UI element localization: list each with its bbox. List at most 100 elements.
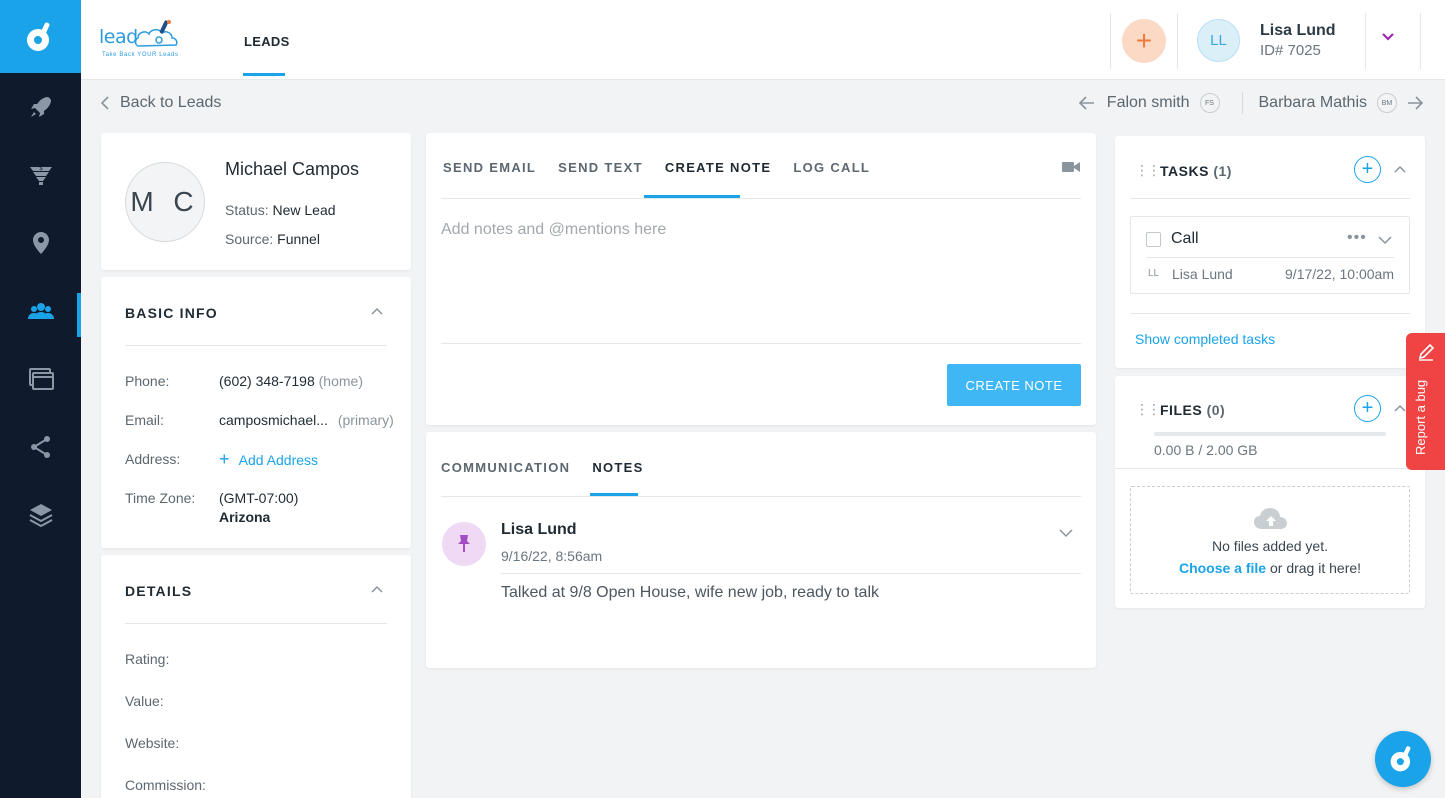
chevron-up-icon[interactable] [371,584,383,596]
next-lead-name[interactable]: Barbara Mathis [1259,94,1368,112]
timezone-value: (GMT-07:00) [219,490,299,506]
svg-text:$: $ [39,165,43,172]
task-item[interactable]: Call ••• LL Lisa Lund 9/17/22, 10:00am [1130,216,1410,294]
note-avatar [442,522,486,566]
task-name: Call [1171,230,1199,247]
divider [125,623,387,624]
choose-file-link[interactable]: Choose a file [1179,560,1266,576]
tab-send-text[interactable]: SEND TEXT [558,160,643,175]
chevron-down-icon[interactable] [1378,235,1392,245]
sidebar-item-layers[interactable] [0,481,81,549]
composer-tabs: SEND EMAIL SEND TEXT CREATE NOTE LOG CAL… [443,160,870,175]
basic-info-card: BASIC INFO Phone: (602) 348-7198 (home) … [101,277,411,548]
divider [1110,13,1111,69]
show-completed-tasks-link[interactable]: Show completed tasks [1135,331,1275,347]
brand-logo[interactable]: lead Take Back YOUR Leads [99,16,209,62]
activity-feed-card: COMMUNICATION NOTES Lisa Lund 9/16/22, 8… [426,432,1096,668]
lead-profile-card: M C Michael Campos Status: New Lead Sour… [101,133,411,270]
user-id: ID# 7025 [1260,42,1321,59]
add-file-button[interactable]: + [1354,395,1381,422]
funnel-icon: $ [29,165,52,185]
previous-lead-name[interactable]: Falon smith [1107,94,1190,112]
add-address-link[interactable]: + Add Address [219,449,318,470]
sidebar-item-location[interactable] [0,209,81,277]
timezone-region: Arizona [219,509,271,525]
chevron-down-icon[interactable] [1381,30,1395,44]
divider [441,198,1081,199]
divider [501,573,1081,574]
report-bug-button[interactable]: Report a bug [1406,333,1445,470]
source-label: Source: [225,231,274,247]
chevron-up-icon[interactable] [1394,403,1406,415]
feed-tabs: COMMUNICATION NOTES [441,460,644,475]
note-text: Talked at 9/8 Open House, wife new job, … [501,584,879,601]
sidebar-item-funnel[interactable]: $ [0,141,81,209]
arrow-left-icon[interactable] [1078,96,1095,110]
address-label: Address: [125,451,181,467]
sidebar-item-contacts[interactable] [0,277,81,345]
video-camera-icon[interactable] [1062,161,1080,173]
tab-communication[interactable]: COMMUNICATION [441,460,570,475]
value-label: Value: [125,693,164,709]
email-value[interactable]: camposmichael... (primary) [219,412,394,428]
top-bar: lead Take Back YOUR Leads LEADS + LL Lis… [81,0,1445,80]
back-to-leads-link[interactable]: Back to Leads [100,94,221,112]
sidebar-item-network[interactable] [0,413,81,481]
source-value: Funnel [277,231,320,247]
add-task-button[interactable]: + [1354,156,1381,183]
website-label: Website: [125,735,180,751]
location-pin-icon [32,232,49,254]
nav-active-indicator [243,73,285,76]
sidebar-item-rocket[interactable] [0,73,81,141]
sidebar: $ [0,0,81,798]
create-note-button[interactable]: CREATE NOTE [947,364,1081,406]
tab-create-note[interactable]: CREATE NOTE [665,160,772,175]
email-address[interactable]: camposmichael... [219,412,328,428]
quick-add-button[interactable]: + [1122,19,1166,63]
divider [1177,13,1178,69]
chevron-up-icon[interactable] [1394,164,1406,176]
divider [1130,313,1410,314]
email-label: Email: [125,412,164,428]
drag-handle-icon[interactable]: ⋮⋮ [1135,401,1161,418]
nav-leads[interactable]: LEADS [244,34,290,49]
brand-word: lead [99,26,138,48]
plus-icon: + [1361,397,1374,419]
divider [1130,198,1410,199]
note-input[interactable]: Add notes and @mentions here [441,221,666,239]
phone-type: (home) [318,373,363,389]
tasks-count: (1) [1213,163,1232,179]
rating-label: Rating: [125,651,170,667]
sidebar-item-windows[interactable] [0,345,81,413]
network-icon [30,436,50,458]
drag-handle-icon[interactable]: ⋮⋮ [1135,162,1161,179]
note-author: Lisa Lund [501,521,577,538]
phone-number[interactable]: (602) 348-7198 [219,373,315,389]
brush-logo-icon [26,22,49,51]
file-drop-zone[interactable]: No files added yet. Choose a file or dra… [1130,486,1410,594]
lead-pager: Falon smith FS Barbara Mathis BM [1078,92,1423,114]
user-avatar[interactable]: LL [1197,19,1240,62]
arrow-right-icon[interactable] [1407,96,1423,110]
tasks-card: ⋮⋮ TASKS (1) + Call ••• LL Lisa Lund 9/1… [1115,136,1425,368]
tab-notes[interactable]: NOTES [592,460,643,475]
status-value[interactable]: New Lead [272,202,335,218]
task-checkbox[interactable] [1146,232,1161,247]
help-fab-button[interactable] [1375,731,1431,787]
layers-icon [29,504,52,528]
more-icon[interactable]: ••• [1347,229,1367,247]
basic-info-title: BASIC INFO [125,305,218,321]
files-title-label: FILES [1160,402,1203,418]
details-card: DETAILS Rating: Value: Website: Commissi… [101,555,411,798]
assignee-name: Lisa Lund [1172,266,1233,282]
app-logo[interactable] [0,0,81,73]
tab-log-call[interactable]: LOG CALL [793,160,870,175]
tab-send-email[interactable]: SEND EMAIL [443,160,536,175]
chevron-left-icon [100,96,109,110]
divider [125,345,387,346]
divider [1115,468,1425,469]
note-date: 9/16/22, 8:56am [501,548,603,564]
chevron-down-icon[interactable] [1059,528,1073,538]
chevron-up-icon[interactable] [371,306,383,318]
phone-value[interactable]: (602) 348-7198 (home) [219,373,363,389]
